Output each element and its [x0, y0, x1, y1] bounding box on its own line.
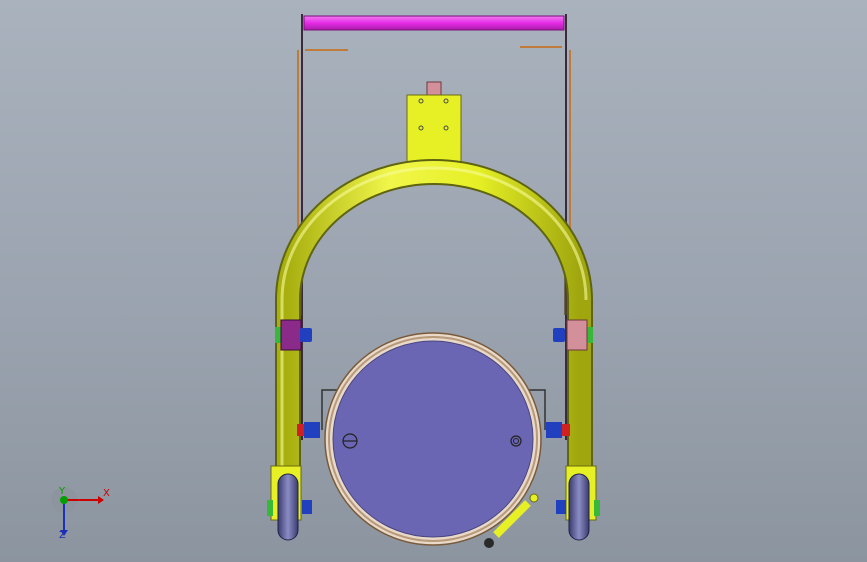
graphics-viewport[interactable]: X Y Z	[0, 0, 867, 562]
drum-cart-model[interactable]	[0, 0, 867, 562]
right-wheel	[556, 465, 600, 541]
left-wheel	[267, 465, 312, 541]
y-axis-label: Y	[59, 486, 66, 497]
z-axis-label: Z	[59, 530, 66, 541]
right-clamp	[553, 319, 593, 351]
x-axis-label: X	[103, 488, 110, 499]
left-clamp	[275, 319, 312, 351]
drum	[324, 332, 542, 546]
handle-bar	[303, 15, 565, 31]
